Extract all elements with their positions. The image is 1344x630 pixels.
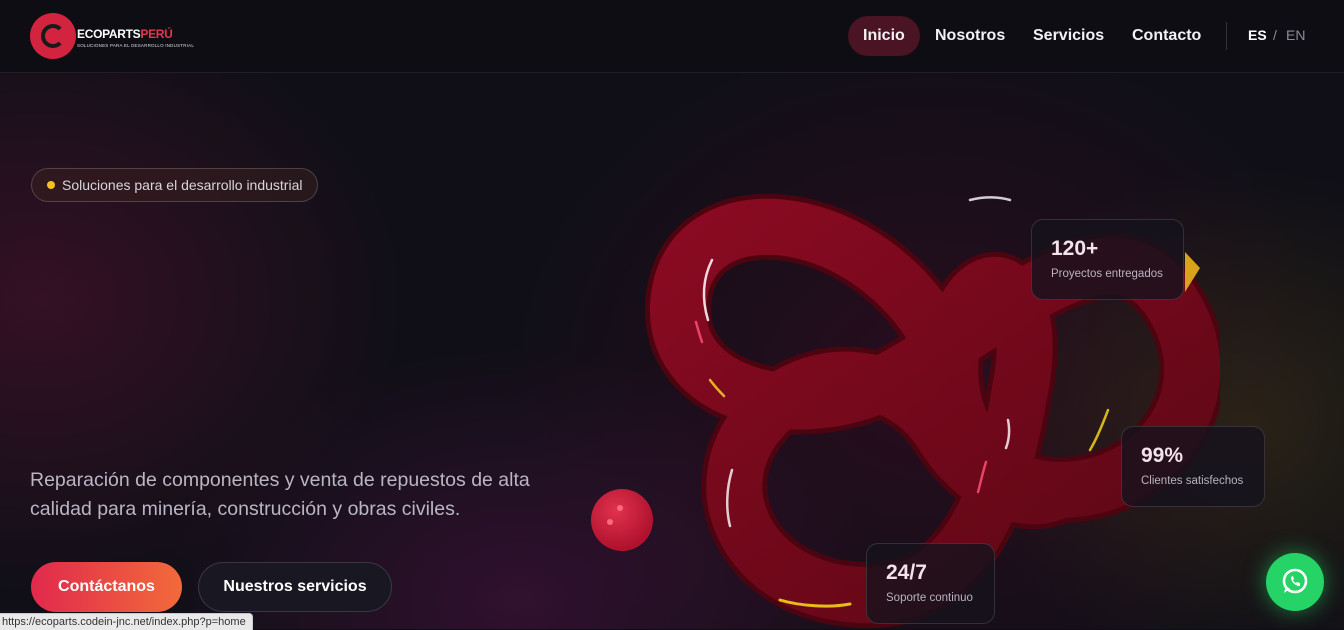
brand-tagline: SOLUCIONES PARA EL DESARROLLO INDUSTRIAL <box>77 43 195 48</box>
browser-status-url: https://ecoparts.codein-jnc.net/index.ph… <box>0 613 253 630</box>
nav-link-contacto[interactable]: Contacto <box>1132 16 1201 56</box>
whatsapp-icon <box>1282 568 1308 594</box>
badge-dot-icon <box>47 181 55 189</box>
stat-value: 120+ <box>1051 237 1099 260</box>
brand-name: ECOPARTSPERÚ <box>77 27 173 41</box>
brand-logo[interactable]: ECOPARTSPERÚ SOLUCIONES PARA EL DESARROL… <box>30 13 194 59</box>
nav-divider <box>1226 22 1227 50</box>
top-navbar: ECOPARTSPERÚ SOLUCIONES PARA EL DESARROL… <box>0 0 1344 73</box>
lang-es[interactable]: ES <box>1248 27 1267 43</box>
hero-badge: Soluciones para el desarrollo industrial <box>31 168 318 202</box>
stat-label: Clientes satisfechos <box>1141 475 1244 487</box>
stat-card-support: 24/7 Soporte continuo <box>866 543 995 624</box>
stat-label: Soporte continuo <box>886 592 973 604</box>
stat-card-projects: 120+ Proyectos entregados <box>1031 219 1184 300</box>
contact-button[interactable]: Contáctanos <box>31 562 182 612</box>
services-button[interactable]: Nuestros servicios <box>198 562 392 612</box>
whatsapp-button[interactable] <box>1266 553 1324 611</box>
stat-label: Proyectos entregados <box>1051 268 1163 280</box>
badge-label: Soluciones para el desarrollo industrial <box>62 177 303 193</box>
lang-separator: / <box>1273 27 1277 43</box>
red-sphere <box>591 489 653 551</box>
stat-value: 24/7 <box>886 561 927 584</box>
hero-lead-text: Reparación de componentes y venta de rep… <box>30 469 530 520</box>
nav-link-servicios[interactable]: Servicios <box>1033 16 1104 56</box>
nav-link-nosotros[interactable]: Nosotros <box>935 16 1005 56</box>
stat-card-clients: 99% Clientes satisfechos <box>1121 426 1265 507</box>
nav-link-inicio[interactable]: Inicio <box>848 16 920 56</box>
stat-value: 99% <box>1141 444 1184 467</box>
gear-logo-icon <box>30 13 76 59</box>
lang-en[interactable]: EN <box>1286 27 1305 43</box>
